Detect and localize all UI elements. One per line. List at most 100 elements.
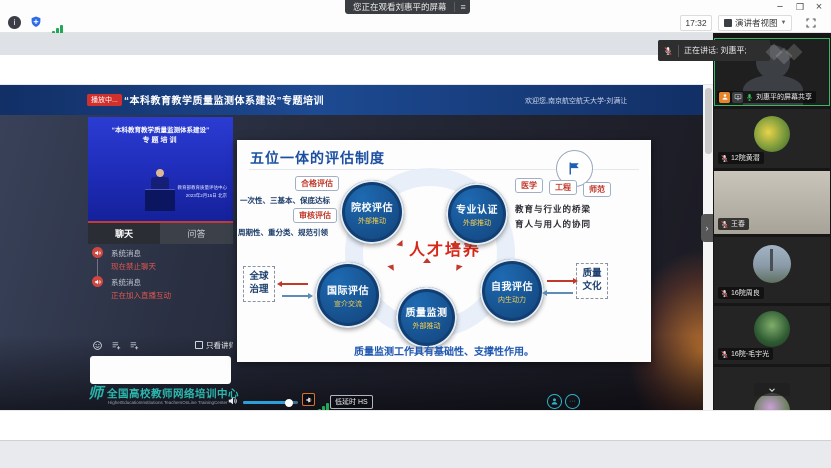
view-mode-selector[interactable]: 演讲者视图 ▼	[718, 15, 792, 31]
presentation-slide: 五位一体的评估制度 人才培养 院校评估外部推动 专业认证外部推动 国际评估宣介交…	[237, 140, 651, 362]
watching-banner[interactable]: 您正在观看刘惠平的屏幕 ≡	[345, 0, 470, 14]
mic-muted-icon	[720, 220, 729, 229]
speaking-indicator: 正在讲话: 刘惠平;	[658, 40, 770, 61]
lecturer-video-player[interactable]: “本科教育教学质量监测体系建设” 专题培训 教育部教育质量评估中心 2023年2…	[88, 117, 233, 221]
page-header-banner: 播放中... “本科教育教学质量监测体系建设”专题培训 欢迎您,南京航空航天大学…	[0, 85, 703, 115]
avatar	[754, 116, 790, 152]
layout-icon	[724, 19, 732, 27]
service-icon[interactable]	[547, 394, 562, 409]
video-slide-title: “本科教育教学质量监测体系建设”	[88, 124, 233, 134]
announcement-icon[interactable]	[111, 340, 122, 351]
scrollbar-thumb[interactable]	[705, 88, 712, 154]
arrowhead	[573, 278, 578, 284]
speaker-figure	[151, 177, 169, 189]
only-teacher-checkbox[interactable]	[195, 341, 203, 349]
arrow	[282, 283, 308, 285]
tag-engineering: 工程	[549, 180, 577, 195]
browser-tabbar: 直播详情 × “本科教育教学质量监测体系... × +	[0, 33, 713, 55]
tag-qualification-evaluation: 合格评估	[295, 176, 339, 191]
participant-label: 16院-毛宇光	[718, 348, 773, 360]
message-list-icon[interactable]	[129, 340, 140, 351]
speaker-figure	[156, 169, 164, 177]
meeting-info-icon[interactable]: i	[8, 16, 21, 29]
live-badge: 播放中...	[87, 94, 122, 106]
screen: 您正在观看刘惠平的屏幕 ≡ − ❒ × i 17:32 演讲者视图 ▼ 直播详情…	[0, 0, 831, 468]
volume-slider-knob[interactable]	[285, 399, 293, 407]
participant-name: 刘惠平的屏幕共享	[756, 92, 812, 102]
screen-share-icon	[732, 92, 743, 103]
participant-label: 刘惠平的屏幕共享	[717, 91, 816, 103]
speaking-text: 正在讲话: 刘惠平;	[684, 45, 747, 56]
tag-medicine: 医学	[515, 178, 543, 193]
meeting-security-icon[interactable]	[29, 15, 43, 29]
screen-share-topbar: 您正在观看刘惠平的屏幕 ≡ − ❒ × i 17:32 演讲者视图 ▼	[0, 0, 831, 33]
tab-qa[interactable]: 问答	[160, 223, 233, 244]
quality-toggle-icon[interactable]	[302, 393, 315, 406]
box-quality-culture: 质量文化	[576, 263, 608, 299]
scroll-more-indicator[interactable]	[754, 383, 790, 396]
participant-tile[interactable]	[714, 367, 830, 410]
participant-tile[interactable]: 16院周良	[714, 237, 830, 303]
mic-muted-icon	[720, 350, 729, 359]
participant-tile[interactable]: 12院黄潜	[714, 109, 830, 168]
volume-icon[interactable]	[227, 395, 239, 407]
arrow	[547, 280, 573, 282]
mic-on-icon	[745, 93, 754, 102]
tab-chat[interactable]: 聊天	[88, 223, 160, 244]
circle-quality-monitoring: 质量监测外部推动	[396, 287, 457, 348]
tag-audit-evaluation: 审核评估	[293, 208, 337, 223]
video-caption: 2023年2月15日 北京	[186, 193, 227, 199]
mic-muted-icon	[720, 154, 729, 163]
timeline-connector	[97, 259, 98, 277]
participant-tile[interactable]: 王春	[714, 171, 830, 234]
slide-bottom-note: 质量监测工作具有基础性、支撑性作用。	[329, 343, 559, 358]
participant-name: 16院-毛宇光	[731, 349, 769, 359]
fullscreen-icon[interactable]	[805, 17, 817, 29]
participants-sidebar: 刘惠平的屏幕共享 12院黄潜 王春 16院周良	[713, 33, 831, 410]
arrowhead	[542, 290, 547, 296]
feedback-icon[interactable]: ···	[565, 394, 580, 409]
meeting-timer: 17:32	[680, 15, 712, 31]
flag-icon	[566, 160, 583, 177]
watching-text: 您正在观看刘惠平的屏幕	[353, 1, 447, 13]
desc-synergy: 育人与用人的协同	[515, 218, 591, 230]
avatar-detail	[770, 249, 773, 271]
message-text: 现在禁止聊天	[111, 261, 156, 272]
participant-label: 王春	[718, 218, 749, 230]
circle-self-evaluation: 自我评估内生动力	[480, 259, 544, 323]
volume-slider[interactable]	[243, 401, 298, 404]
system-speaker-icon	[92, 276, 103, 287]
page-title: “本科教育教学质量监测体系建设”专题培训	[124, 92, 324, 107]
training-center-name: 全国高校教师网络培训中心	[107, 386, 239, 401]
participant-name: 王春	[731, 219, 745, 229]
participant-tile[interactable]: 16院-毛宇光	[714, 306, 830, 364]
minimize-button[interactable]: −	[771, 1, 789, 13]
circle-professional-certification: 专业认证外部推动	[446, 183, 508, 245]
arrowhead	[277, 281, 282, 287]
mic-muted-icon	[720, 289, 729, 298]
quality-selector[interactable]: 低延时 HS	[330, 395, 373, 409]
meeting-toolbar: 解除静音 ∧ 开启视频 ∧ 共享屏幕 ∧ 邀请 成员(99+) 聊天 录制	[0, 410, 831, 440]
emoji-icon[interactable]	[92, 340, 103, 351]
message-sender: 系统消息	[111, 277, 141, 288]
box-global-governance: 全球治理	[243, 266, 275, 302]
webpage: 播放中... “本科教育教学质量监测体系建设”专题培训 欢迎您,南京航空航天大学…	[0, 85, 703, 440]
close-button[interactable]: ×	[810, 1, 828, 13]
host-icon	[719, 92, 730, 103]
participant-name: 12院黄潜	[731, 153, 760, 163]
chat-input[interactable]	[90, 356, 231, 384]
view-mode-label: 演讲者视图	[735, 17, 778, 29]
only-teacher-label[interactable]: 只看讲师	[206, 340, 233, 351]
windows-taskbar: W S ∧ 8:51 2023/2/15 3	[0, 440, 831, 468]
menu-icon[interactable]: ≡	[454, 2, 466, 12]
circle-international-evaluation: 国际评估宣介交流	[315, 262, 381, 328]
speaker-podium	[145, 189, 175, 211]
participant-label: 16院周良	[718, 287, 764, 299]
avatar	[753, 245, 791, 283]
chevron-down-icon	[767, 385, 777, 395]
welcome-text: 欢迎您,南京航空航天大学-刘满让	[525, 96, 627, 106]
collapse-sidebar-handle[interactable]: ›	[701, 214, 713, 242]
desc-qualification: 一次性、三基本、保底达标	[240, 195, 330, 206]
restore-button[interactable]: ❒	[791, 2, 809, 13]
avatar	[754, 311, 790, 347]
